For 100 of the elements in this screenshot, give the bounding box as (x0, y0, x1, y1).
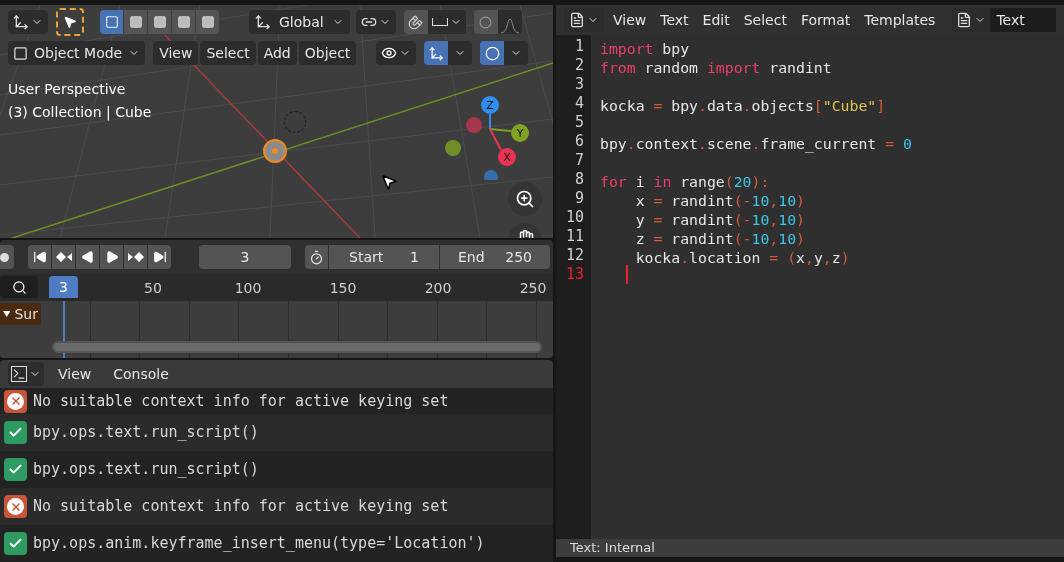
console-icon (11, 366, 27, 382)
play-icon (104, 250, 119, 264)
jump-start-button[interactable] (28, 245, 51, 269)
jump-start-icon (32, 250, 47, 264)
menu-item[interactable]: View (50, 363, 100, 385)
line-number: 7 (573, 151, 585, 170)
proportional-editing-toggle[interactable] (473, 10, 498, 34)
menu-item[interactable]: View (608, 9, 652, 31)
menu-item[interactable]: Select (738, 9, 792, 31)
line-number: 5 (573, 113, 585, 132)
object-mode-icon (13, 45, 28, 61)
frame-number: 250 (519, 279, 547, 298)
pivot-dropdown[interactable] (355, 10, 396, 34)
cube-origin-icon (263, 139, 287, 163)
gizmo-axis-label: Z (486, 99, 494, 112)
line-number: 6 (573, 132, 585, 151)
text-browse-dropdown[interactable] (952, 8, 991, 32)
gizmo-axis-label: Y (516, 127, 524, 140)
snap-toggle[interactable] (403, 10, 428, 34)
log-message: bpy.ops.text.run_script() (33, 459, 259, 481)
preview-range-toggle[interactable] (305, 245, 328, 269)
collapse-icon (3, 310, 11, 318)
menu-item[interactable]: Edit (697, 9, 735, 31)
previous-keyframe-icon (55, 252, 72, 262)
axes-icon (255, 14, 271, 30)
snap-increment-icon (431, 18, 448, 26)
overlay-toggle[interactable] (480, 41, 505, 65)
line-number: 1 (573, 37, 585, 56)
channel-summary[interactable]: Sur (0, 303, 41, 325)
channel-name: Sur (14, 304, 38, 324)
selection-icon (200, 15, 215, 29)
success-icon (4, 458, 27, 481)
code-line: import bpy (600, 40, 690, 57)
code-line: x = randint(-10,10) (634, 192, 805, 209)
menu-item[interactable]: Format (795, 9, 856, 31)
current-frame-field[interactable]: 3 (199, 245, 291, 269)
selection-icon (176, 15, 191, 29)
line-number: 13 (564, 265, 585, 284)
select-mode-button[interactable] (100, 10, 123, 34)
record-button[interactable] (0, 245, 14, 269)
code-line: kocka.location = (x,y,z) (634, 249, 850, 266)
line-number: 8 (573, 170, 585, 189)
select-tool-button[interactable] (56, 8, 84, 36)
line-number: 10 (564, 208, 585, 227)
next-keyframe-button[interactable] (124, 245, 147, 269)
search-button[interactable] (0, 276, 38, 298)
select-mode-button[interactable] (148, 10, 171, 34)
status-text: Text: Internal (570, 539, 655, 557)
menu-item[interactable]: Console (105, 363, 177, 385)
menu-item[interactable]: Add (257, 41, 297, 65)
frame-number: 200 (424, 279, 452, 298)
editor-type-dropdown[interactable] (564, 8, 604, 32)
text-cursor (626, 265, 628, 284)
zoom-button[interactable] (508, 182, 542, 216)
playhead-frame-badge[interactable]: 3 (49, 276, 78, 298)
success-icon (4, 532, 27, 555)
error-icon (4, 389, 27, 413)
play-button[interactable] (100, 245, 123, 269)
gizmo-icon (428, 45, 444, 61)
line-number: 12 (564, 246, 585, 265)
circle-icon (479, 15, 493, 29)
mouse-cursor-icon (380, 173, 398, 191)
pointer-icon (63, 15, 77, 29)
select-mode-button[interactable] (172, 10, 195, 34)
gizmo-toggle[interactable] (424, 41, 449, 65)
gizmo-axis-dot[interactable] (511, 124, 529, 142)
code-line: kocka = bpy.data.objects["Cube"] (600, 97, 886, 114)
viewport-icon (13, 14, 29, 30)
jump-end-button[interactable] (148, 245, 171, 269)
menu-item[interactable]: Text (655, 9, 694, 31)
menu-item[interactable]: Templates (859, 9, 941, 31)
select-mode-button[interactable] (124, 10, 147, 34)
gizmo-axis-dot[interactable] (481, 96, 499, 114)
line-number: 3 (573, 75, 585, 94)
previous-keyframe-button[interactable] (52, 245, 75, 269)
select-mode-button[interactable] (196, 10, 219, 34)
play-reverse-icon (80, 250, 95, 264)
play-reverse-button[interactable] (76, 245, 99, 269)
gizmo-axis-dot[interactable] (498, 148, 516, 166)
line-number: 2 (573, 56, 585, 75)
end-frame-field[interactable]: End 250 (440, 245, 550, 269)
editor-type-dropdown[interactable] (8, 10, 48, 34)
start-frame-field[interactable]: Start 1 (329, 245, 439, 269)
menu-item[interactable]: Select (200, 41, 256, 65)
horizontal-scrollbar[interactable] (52, 341, 542, 353)
selectability-dropdown[interactable] (376, 41, 417, 65)
line-number: 11 (564, 227, 585, 246)
orientation-dropdown[interactable]: Global (249, 10, 350, 34)
editor-type-dropdown[interactable] (8, 362, 44, 386)
log-message: bpy.ops.anim.keyframe_insert_menu(type='Location') (33, 533, 485, 555)
frame-number: 100 (234, 279, 262, 298)
menu-item[interactable]: Object (298, 41, 357, 65)
viewport-info-text: (3) Collection | Cube (8, 103, 152, 123)
code-line: for i in range(20): (600, 173, 770, 190)
menu-item[interactable]: View (153, 41, 199, 65)
success-icon (4, 421, 27, 444)
text-name-field[interactable]: Text (990, 8, 1056, 32)
frame-number: 150 (329, 279, 357, 298)
mode-dropdown[interactable]: Object Mode (8, 41, 146, 65)
log-message: bpy.ops.text.run_script() (33, 422, 259, 444)
